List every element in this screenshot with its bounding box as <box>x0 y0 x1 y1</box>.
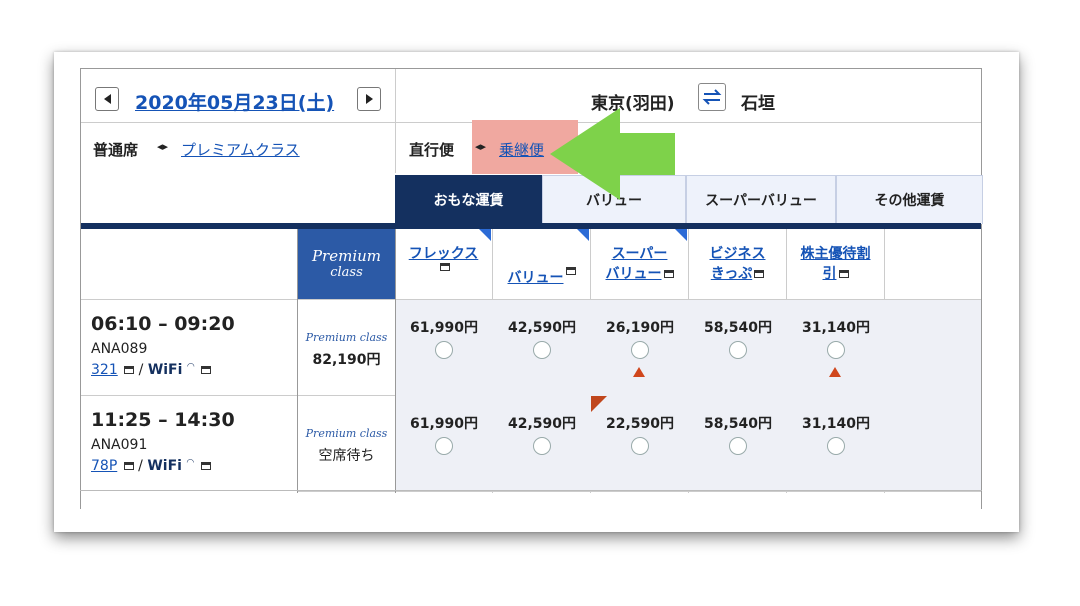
document-icon[interactable] <box>439 263 450 271</box>
next-date-button[interactable] <box>357 87 381 111</box>
fare-radio[interactable] <box>533 341 551 359</box>
swap-arrows-icon <box>702 89 722 105</box>
aircraft-link[interactable]: 78P <box>91 458 117 474</box>
document-icon[interactable] <box>124 366 135 374</box>
corner-marker <box>479 229 491 241</box>
fare-price[interactable]: 42,590円 <box>494 413 590 433</box>
fare-price[interactable]: 22,590円 <box>592 413 688 433</box>
swap-route-button[interactable] <box>698 83 726 111</box>
fare-price[interactable]: 31,140円 <box>788 413 884 433</box>
fare-price[interactable]: 42,590円 <box>494 317 590 337</box>
premium-class-logo: Premium class <box>305 331 388 344</box>
fare-radio[interactable] <box>435 341 453 359</box>
flight-number: ANA089 <box>91 341 148 357</box>
fare-radio[interactable] <box>631 437 649 455</box>
fare-price[interactable]: 58,540円 <box>690 413 786 433</box>
fare-link-super-2[interactable]: バリュー <box>606 266 662 282</box>
fare-header-business: ビジネス きっぷ <box>689 231 786 299</box>
fare-price[interactable]: 58,540円 <box>690 317 786 337</box>
corner-marker <box>577 229 589 241</box>
aircraft-link[interactable]: 321 <box>91 362 118 378</box>
document-icon[interactable] <box>201 366 212 374</box>
fare-link-value[interactable]: バリュー <box>508 267 564 287</box>
fare-radio[interactable] <box>533 437 551 455</box>
aircraft-info: 321 / WiFi ◠ <box>91 362 212 378</box>
wifi-label: WiFi <box>147 458 182 474</box>
wifi-icon: ◠ <box>186 362 195 372</box>
route-destination: 石垣 <box>741 94 775 114</box>
aircraft-info: 78P / WiFi ◠ <box>91 458 211 474</box>
warning-triangle-icon <box>829 367 841 377</box>
document-icon[interactable] <box>565 267 576 275</box>
fare-price[interactable]: 61,990円 <box>396 317 492 337</box>
document-icon[interactable] <box>200 462 211 470</box>
document-icon[interactable] <box>754 270 765 278</box>
flight-search-panel: 2020年05月23日(土) 東京(羽田) 石垣 普通席 ◂▸ プレミアムクラス… <box>80 68 983 509</box>
document-icon[interactable] <box>663 270 674 278</box>
fare-radio[interactable] <box>827 437 845 455</box>
prev-date-button[interactable] <box>95 87 119 111</box>
flight-time: 11:25 – 14:30 <box>91 409 235 431</box>
fare-radio[interactable] <box>827 341 845 359</box>
toggle-arrows-icon: ◂▸ <box>157 140 169 153</box>
fare-price[interactable]: 31,140円 <box>788 317 884 337</box>
annotation-arrow-icon <box>550 108 675 200</box>
fare-link-super-1[interactable]: スーパー <box>612 243 668 263</box>
document-icon[interactable] <box>123 462 134 470</box>
fare-header-super-value: スーパー バリュー <box>591 231 688 299</box>
fare-radio[interactable] <box>729 341 747 359</box>
fare-link-shareholder-1[interactable]: 株主優待割 <box>801 243 871 263</box>
flight-type-current: 直行便 <box>409 141 455 159</box>
fare-link-business-2[interactable]: きっぷ <box>711 266 752 282</box>
date-link[interactable]: 2020年05月23日(土) <box>135 88 334 115</box>
premium-class-logo: Premium <box>311 247 382 265</box>
flight-number: ANA091 <box>91 437 148 453</box>
tab-other-fares[interactable]: その他運賃 <box>836 175 983 224</box>
divider <box>298 491 981 492</box>
fare-link-flex[interactable]: フレックス <box>409 243 479 263</box>
fare-link-shareholder-2[interactable]: 引 <box>823 266 837 282</box>
premium-class-logo-sub: class <box>330 265 363 280</box>
connecting-flight-link[interactable]: 乗継便 <box>499 139 544 160</box>
fare-link-business-1[interactable]: ビジネス <box>710 243 766 263</box>
seat-class-current: 普通席 <box>93 141 139 159</box>
premium-class-logo: Premium class <box>305 427 388 440</box>
warning-triangle-icon <box>633 367 645 377</box>
flight-time: 06:10 – 09:20 <box>91 313 235 335</box>
divider <box>395 69 396 173</box>
fare-header-value: バリュー <box>493 231 590 299</box>
corner-marker <box>591 396 607 412</box>
fare-header-flex: フレックス <box>395 231 492 299</box>
fare-radio[interactable] <box>631 341 649 359</box>
toggle-arrows-icon: ◂▸ <box>475 140 487 153</box>
corner-marker <box>675 229 687 241</box>
tab-super-value[interactable]: スーパーバリュー <box>686 175 836 224</box>
premium-class-link[interactable]: プレミアムクラス <box>181 139 300 160</box>
fare-radio[interactable] <box>435 437 453 455</box>
premium-waitlist: 空席待ち <box>318 448 375 464</box>
tab-main-fares[interactable]: おもな運賃 <box>395 175 542 224</box>
document-icon[interactable] <box>838 270 849 278</box>
fare-radio[interactable] <box>729 437 747 455</box>
premium-class-header: Premium class <box>298 229 395 299</box>
arrow-right-icon <box>365 94 373 104</box>
fare-price[interactable]: 61,990円 <box>396 413 492 433</box>
wifi-icon: ◠ <box>186 458 195 468</box>
fare-header-shareholder: 株主優待割 引 <box>787 231 884 299</box>
wifi-label: WiFi <box>147 362 183 378</box>
fare-price[interactable]: 26,190円 <box>592 317 688 337</box>
arrow-left-icon <box>103 94 111 104</box>
premium-price[interactable]: 82,190円 <box>298 349 395 369</box>
tab-underline <box>81 223 981 229</box>
divider <box>80 490 982 491</box>
